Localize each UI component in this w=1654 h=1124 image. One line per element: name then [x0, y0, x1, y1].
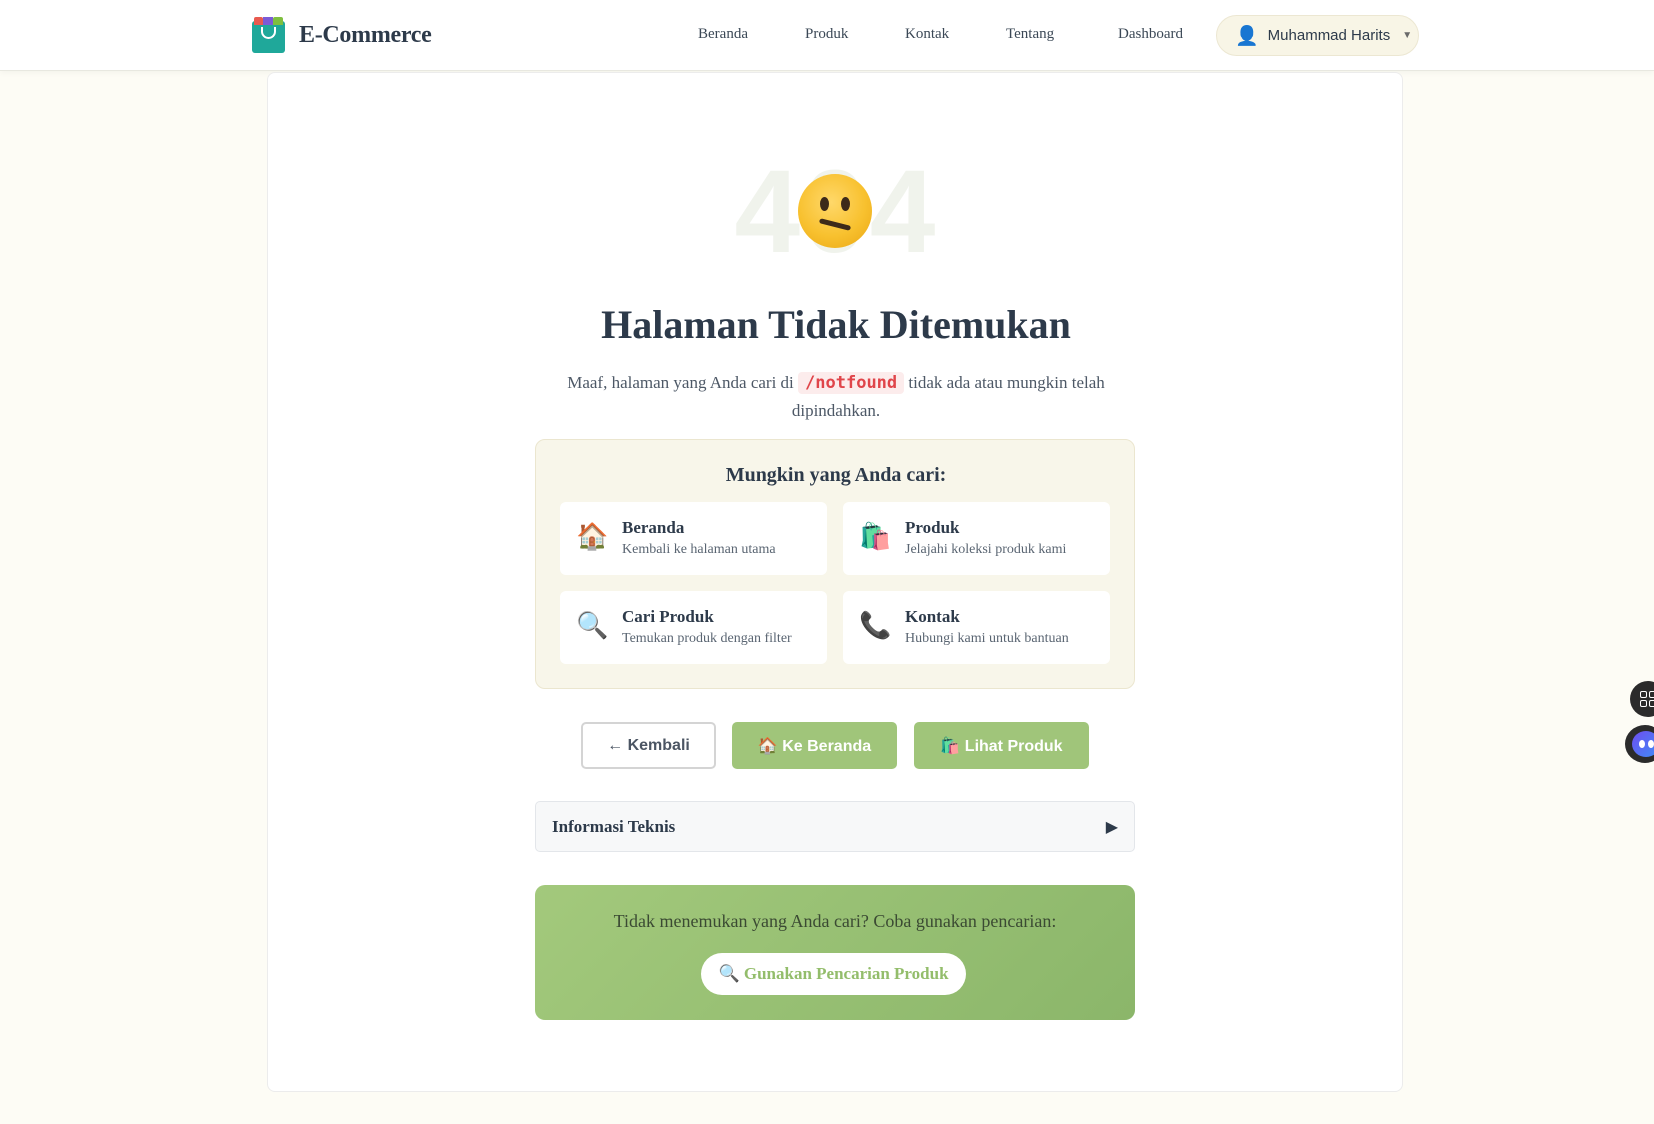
technical-info-toggle[interactable]: Informasi Teknis ▶	[535, 801, 1135, 852]
go-home-button[interactable]: 🏠 Ke Beranda	[732, 722, 897, 769]
suggestion-title: Cari Produk	[622, 607, 714, 626]
apps-grid-icon[interactable]	[1630, 681, 1654, 717]
technical-info-label: Informasi Teknis	[552, 817, 676, 836]
nav-link-tentang[interactable]: Tentang	[1006, 26, 1054, 43]
suggestion-desc: Temukan produk dengan filter	[622, 631, 792, 646]
search-cta-panel: Tidak menemukan yang Anda cari? Coba gun…	[535, 885, 1135, 1020]
assistant-bot-icon[interactable]	[1625, 725, 1654, 763]
suggestion-cari-produk[interactable]: 🔍 Cari Produk Temukan produk dengan filt…	[560, 591, 827, 664]
nav-link-beranda[interactable]: Beranda	[698, 26, 748, 43]
suggestion-desc: Kembali ke halaman utama	[622, 542, 776, 557]
brand[interactable]: E-Commerce	[252, 17, 432, 53]
user-menu-button[interactable]: 👤 Muhammad Harits ▼	[1216, 15, 1419, 56]
search-cta-text: Tidak menemukan yang Anda cari? Coba gun…	[613, 911, 1057, 931]
suggestion-title: Kontak	[905, 607, 960, 626]
product-search-button[interactable]: 🔍 Gunakan Pencarian Produk	[701, 953, 966, 995]
phone-icon: 📞	[859, 611, 892, 640]
magnifier-icon: 🔍	[576, 611, 609, 640]
navbar: E-Commerce Beranda Produk Kontak Tentang…	[0, 0, 1654, 71]
shopping-bags-icon: 🛍️	[859, 522, 892, 551]
suggestions-heading: Mungkin yang Anda cari:	[725, 464, 947, 486]
chevron-down-icon: ▼	[1402, 30, 1413, 41]
nav-link-dashboard[interactable]: Dashboard	[1118, 26, 1183, 43]
brand-name: E-Commerce	[299, 21, 432, 48]
suggestions-panel: Mungkin yang Anda cari: 🏠 Beranda Kembal…	[535, 439, 1135, 689]
nav-link-kontak[interactable]: Kontak	[905, 26, 949, 43]
error-message-before: Maaf, halaman yang Anda cari di	[567, 373, 794, 392]
error-path: /notfound	[798, 372, 905, 394]
suggestion-desc: Jelajahi koleksi produk kami	[905, 542, 1067, 557]
suggestion-beranda[interactable]: 🏠 Beranda Kembali ke halaman utama	[560, 502, 827, 575]
suggestion-produk[interactable]: 🛍️ Produk Jelajahi koleksi produk kami	[843, 502, 1110, 575]
suggestion-kontak[interactable]: 📞 Kontak Hubungi kami untuk bantuan	[843, 591, 1110, 664]
suggestion-title: Produk	[905, 518, 960, 537]
nav-link-produk[interactable]: Produk	[805, 26, 848, 43]
back-button[interactable]: ← Kembali	[581, 722, 716, 769]
error-hero: 404	[268, 153, 1404, 271]
suggestion-desc: Hubungi kami untuk bantuan	[905, 631, 1069, 646]
error-message: Maaf, halaman yang Anda cari di /notfoun…	[538, 369, 1134, 425]
expand-arrow-icon: ▶	[1105, 819, 1118, 836]
house-icon: 🏠	[576, 522, 609, 551]
error-card: 404 Halaman Tidak Ditemukan Maaf, halama…	[267, 72, 1403, 1092]
suggestion-title: Beranda	[622, 518, 685, 537]
page-title: Halaman Tidak Ditemukan	[601, 302, 1071, 347]
confused-face-icon	[798, 174, 872, 248]
shopping-bag-logo-icon	[252, 17, 285, 53]
user-icon: 👤	[1235, 25, 1259, 47]
view-products-button[interactable]: 🛍️ Lihat Produk	[914, 722, 1089, 769]
user-name: Muhammad Harits	[1267, 27, 1391, 44]
